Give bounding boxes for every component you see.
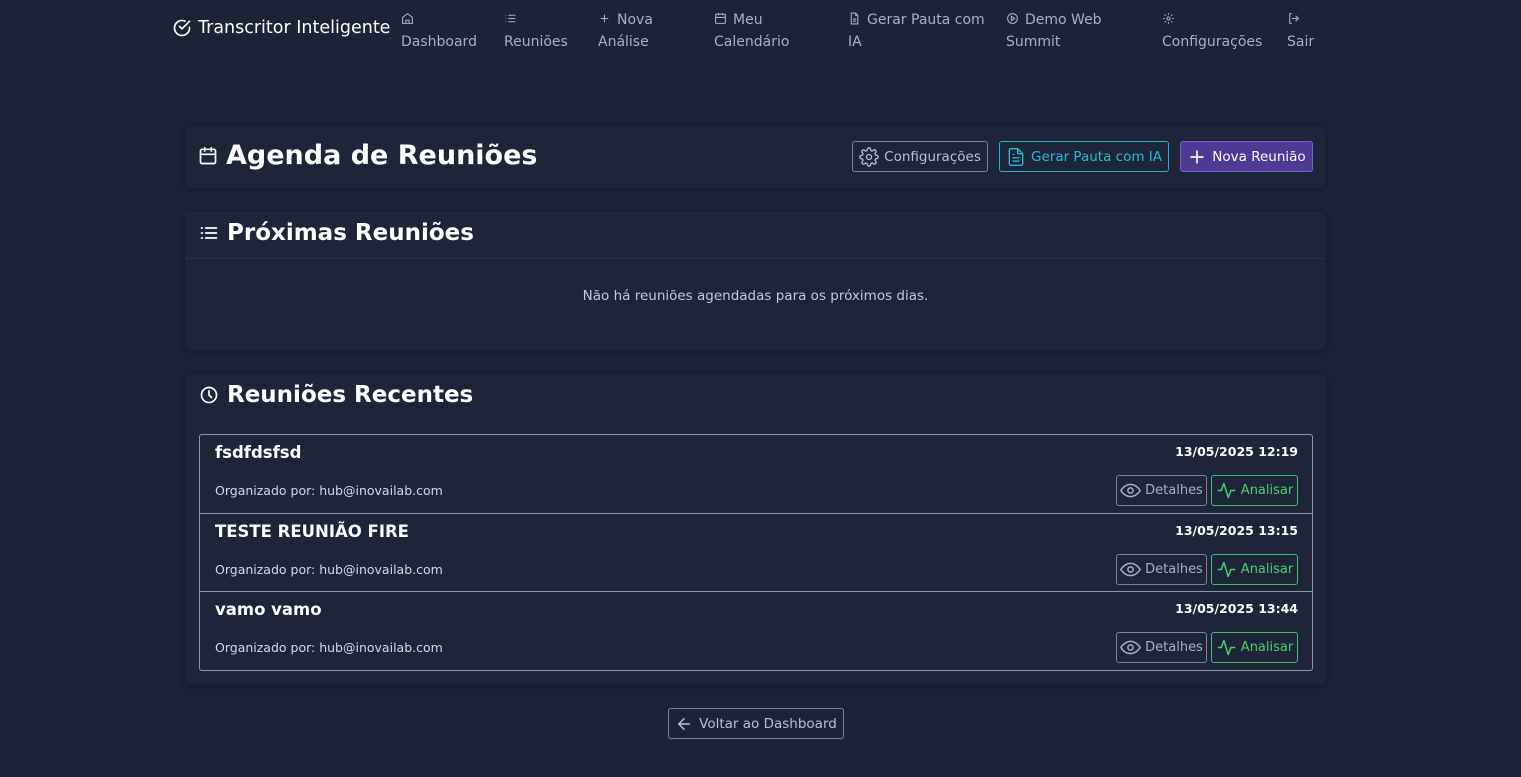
detalhes-button[interactable]: Detalhes <box>1116 553 1207 585</box>
nav-sair-label: Sair <box>1287 34 1315 50</box>
nova-reuniao-button[interactable]: Nova Reunião <box>1180 141 1313 172</box>
nav-demo-web-summit[interactable]: Demo Web Summit <box>1006 9 1102 53</box>
section-divider <box>185 258 1326 259</box>
detalhes-button-label: Detalhes <box>1145 561 1203 577</box>
detalhes-button[interactable]: Detalhes <box>1116 632 1207 663</box>
nav-meu-calendario-label: Calendário <box>714 34 790 50</box>
meeting-organizer: Organizado por: hub@inovailab.com <box>215 561 443 577</box>
proximas-reunioes-title: Próximas Reuniões <box>199 220 474 246</box>
meeting-organizer: Organizado por: hub@inovailab.com <box>215 483 443 498</box>
top-navbar: Transcritor Inteligente Dashboard Reuniõ… <box>0 0 1521 60</box>
detalhes-button-label: Detalhes <box>1145 640 1203 655</box>
analisar-button-label: Analisar <box>1240 640 1294 655</box>
meeting-row: TESTE REUNIÃO FIRE 13/05/2025 13:15 Orga… <box>200 514 1312 592</box>
gear-icon <box>1162 12 1175 25</box>
calendar-icon <box>714 12 727 25</box>
meeting-row: vamo vamo 13/05/2025 13:44 Organizado po… <box>200 592 1312 671</box>
nav-nova-analise-label: Análise <box>598 34 649 50</box>
document-icon <box>848 12 861 25</box>
plus-icon <box>598 12 611 25</box>
meeting-row: fsdfdsfsd 13/05/2025 12:19 Organizado po… <box>200 435 1312 514</box>
activity-icon <box>1217 639 1236 656</box>
list-icon <box>200 227 218 239</box>
arrow-left-icon <box>678 717 691 730</box>
reunioes-recentes-title: Reuniões Recentes <box>199 382 473 408</box>
meeting-title: vamo vamo <box>215 600 322 619</box>
check-circle-icon <box>173 19 191 37</box>
nav-configuracoes-label: Configurações <box>1162 34 1263 50</box>
meeting-datetime: 13/05/2025 13:44 <box>1175 601 1298 616</box>
calendar-icon <box>199 146 217 164</box>
nav-reunioes-label: Reuniões <box>504 34 568 50</box>
nav-nova-analise[interactable]: Nova Análise <box>598 9 653 53</box>
analisar-button[interactable]: Analisar <box>1211 475 1298 506</box>
meeting-list: fsdfdsfsd 13/05/2025 12:19 Organizado po… <box>199 434 1313 671</box>
meeting-title: fsdfdsfsd <box>215 443 302 462</box>
gear-icon <box>859 146 879 167</box>
reunioes-recentes-card: Reuniões Recentes fsdfdsfsd 13/05/2025 1… <box>185 374 1326 685</box>
activity-icon <box>1217 482 1236 499</box>
page-title: Agenda de Reuniões <box>198 140 537 171</box>
proximas-reunioes-card: Próximas Reuniões Não há reuniões agenda… <box>185 212 1326 350</box>
document-icon <box>1008 147 1024 166</box>
nova-reuniao-button-label: Nova Reunião <box>1212 148 1306 165</box>
configuracoes-button-label: Configurações <box>884 148 981 165</box>
gerar-pauta-button-label: Gerar Pauta com IA <box>1031 148 1162 165</box>
plus-icon <box>1190 149 1204 164</box>
analisar-button[interactable]: Analisar <box>1211 553 1298 585</box>
home-icon <box>401 12 414 25</box>
nav-gerar-pauta-label: IA <box>848 34 862 50</box>
eye-icon <box>1120 640 1142 655</box>
eye-icon <box>1120 562 1142 576</box>
voltar-dashboard-label: Voltar ao Dashboard <box>699 715 837 732</box>
logout-icon <box>1287 12 1300 25</box>
voltar-dashboard-button[interactable]: Voltar ao Dashboard <box>668 708 844 739</box>
detalhes-button[interactable]: Detalhes <box>1116 475 1207 506</box>
meeting-title: TESTE REUNIÃO FIRE <box>215 521 409 541</box>
eye-icon <box>1120 483 1142 498</box>
analisar-button-label: Analisar <box>1240 561 1294 577</box>
meeting-organizer: Organizado por: hub@inovailab.com <box>215 640 443 655</box>
nav-gerar-pauta[interactable]: Gerar Pauta com IA <box>848 9 985 53</box>
brand-logo[interactable]: Transcritor Inteligente <box>172 18 390 38</box>
nav-demo-web-summit-label: Summit <box>1006 34 1061 50</box>
empty-state-message: Não há reuniões agendadas para os próxim… <box>582 288 929 304</box>
play-circle-icon <box>1006 12 1019 25</box>
nav-meu-calendario[interactable]: Meu Calendário <box>714 9 789 53</box>
nav-dashboard[interactable]: Dashboard <box>401 9 477 53</box>
analisar-button-label: Analisar <box>1240 483 1294 498</box>
nav-dashboard-label: Dashboard <box>401 34 477 50</box>
analisar-button[interactable]: Analisar <box>1211 632 1298 663</box>
activity-icon <box>1217 561 1236 577</box>
nav-reunioes[interactable]: Reuniões <box>504 9 568 53</box>
configuracoes-button[interactable]: Configurações <box>852 141 988 172</box>
meeting-datetime: 13/05/2025 12:19 <box>1175 444 1298 459</box>
agenda-header-card: Agenda de Reuniões Configurações Gerar P… <box>185 126 1325 188</box>
nav-sair[interactable]: Sair <box>1287 9 1314 53</box>
detalhes-button-label: Detalhes <box>1145 483 1203 498</box>
list-icon <box>504 12 517 25</box>
brand-name: Transcritor Inteligente <box>198 18 391 38</box>
meeting-datetime: 13/05/2025 13:15 <box>1175 522 1298 538</box>
gerar-pauta-button[interactable]: Gerar Pauta com IA <box>999 141 1169 172</box>
clock-icon <box>200 386 218 404</box>
nav-configuracoes[interactable]: Configurações <box>1162 9 1262 53</box>
